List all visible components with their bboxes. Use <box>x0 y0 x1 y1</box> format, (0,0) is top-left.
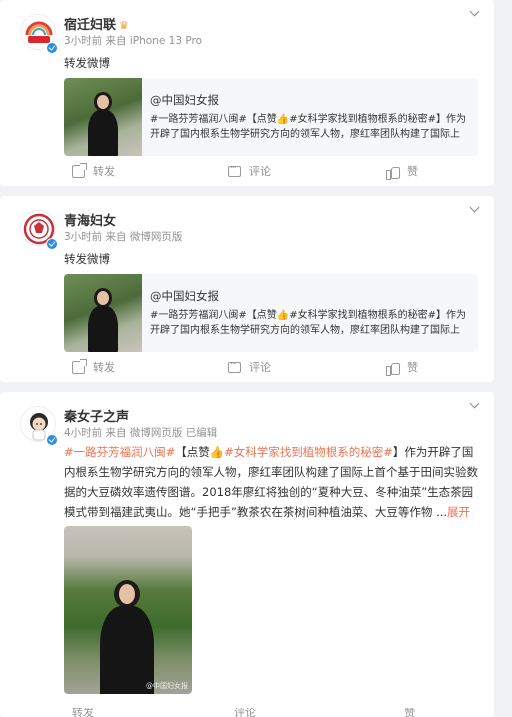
post-text: 转发微博 <box>64 252 110 266</box>
share-button[interactable]: 转发 <box>72 358 115 375</box>
like-button[interactable]: 赞 <box>404 708 415 717</box>
share-button[interactable]: 转发 <box>72 162 115 179</box>
verified-badge-icon <box>46 238 58 250</box>
post-meta: 4小时前 来自 微博网页版 已编辑 <box>64 427 218 439</box>
quoted-post[interactable]: @中国妇女报 #一路芬芳福润八闽#【点赞👍#女科学家找到植物根系的秘密#】作为开… <box>64 78 478 156</box>
comment-button[interactable]: 评论 <box>228 357 271 375</box>
topic-link[interactable]: #一路芬芳福润八闽# <box>64 445 175 459</box>
chevron-down-icon[interactable] <box>469 6 480 17</box>
quoted-thumbnail[interactable] <box>64 78 142 156</box>
comment-icon <box>228 357 241 373</box>
topic-link[interactable]: #女科学家找到植物根系的秘密# <box>224 445 393 459</box>
comment-icon <box>228 161 241 177</box>
share-icon <box>72 162 87 178</box>
username[interactable]: 青海妇女 <box>64 210 116 229</box>
chevron-down-icon[interactable] <box>469 202 480 213</box>
comment-button[interactable]: 评论 <box>234 708 256 717</box>
verified-badge-icon <box>46 434 58 446</box>
expand-link[interactable]: 展开 <box>447 505 470 519</box>
thumbs-up-icon <box>386 165 400 180</box>
post-actions: 转发 评论 赞 <box>64 708 484 717</box>
share-icon <box>72 358 87 374</box>
post-meta: 3小时前 来自 微博网页版 <box>64 231 183 243</box>
quoted-source[interactable]: @中国妇女报 <box>150 288 219 304</box>
post-text: 转发微博 <box>64 56 110 70</box>
quoted-thumbnail[interactable] <box>64 274 142 352</box>
post-actions: 转发 评论 赞 <box>0 357 494 379</box>
quoted-post[interactable]: @中国妇女报 #一路芬芳福润八闽#【点赞👍#女科学家找到植物根系的秘密#】作为开… <box>64 274 478 352</box>
quoted-text: #一路芬芳福润八闽#【点赞👍#女科学家找到植物根系的秘密#】作为开辟了国内根系生… <box>150 310 466 336</box>
username[interactable]: 秦女子之声 <box>64 406 129 425</box>
weibo-feed: 宿迁妇联 ♛ 3小时前 来自 iPhone 13 Pro 转发微博 @中国妇女报 … <box>0 0 512 717</box>
like-button[interactable]: 赞 <box>386 163 418 180</box>
username[interactable]: 宿迁妇联 ♛ <box>64 14 129 33</box>
post-image[interactable]: @中国妇女报 <box>64 526 192 694</box>
post-text: #一路芬芳福润八闽#【点赞👍#女科学家找到植物根系的秘密#】作为开辟了国内根系生… <box>64 445 478 519</box>
post-card: 宿迁妇联 ♛ 3小时前 来自 iPhone 13 Pro 转发微博 @中国妇女报 … <box>0 0 494 186</box>
quoted-text: #一路芬芳福润八闽#【点赞👍#女科学家找到植物根系的秘密#】作为开辟了国内根系生… <box>150 114 466 140</box>
like-button[interactable]: 赞 <box>386 359 418 376</box>
comment-button[interactable]: 评论 <box>228 161 271 179</box>
thumbs-up-icon <box>386 361 400 376</box>
share-button[interactable]: 转发 <box>72 708 94 717</box>
verified-badge-icon <box>46 42 58 54</box>
chevron-down-icon[interactable] <box>469 398 480 409</box>
post-actions: 转发 评论 赞 <box>0 161 494 183</box>
quoted-source[interactable]: @中国妇女报 <box>150 92 219 108</box>
post-card: 秦女子之声 4小时前 来自 微博网页版 已编辑 #一路芬芳福润八闽#【点赞👍#女… <box>0 392 494 717</box>
post-card: 青海妇女 3小时前 来自 微博网页版 转发微博 @中国妇女报 #一路芬芳福润八闽… <box>0 196 494 382</box>
crown-icon: ♛ <box>119 19 129 32</box>
image-watermark: @中国妇女报 <box>146 682 188 690</box>
post-meta: 3小时前 来自 iPhone 13 Pro <box>64 35 202 47</box>
